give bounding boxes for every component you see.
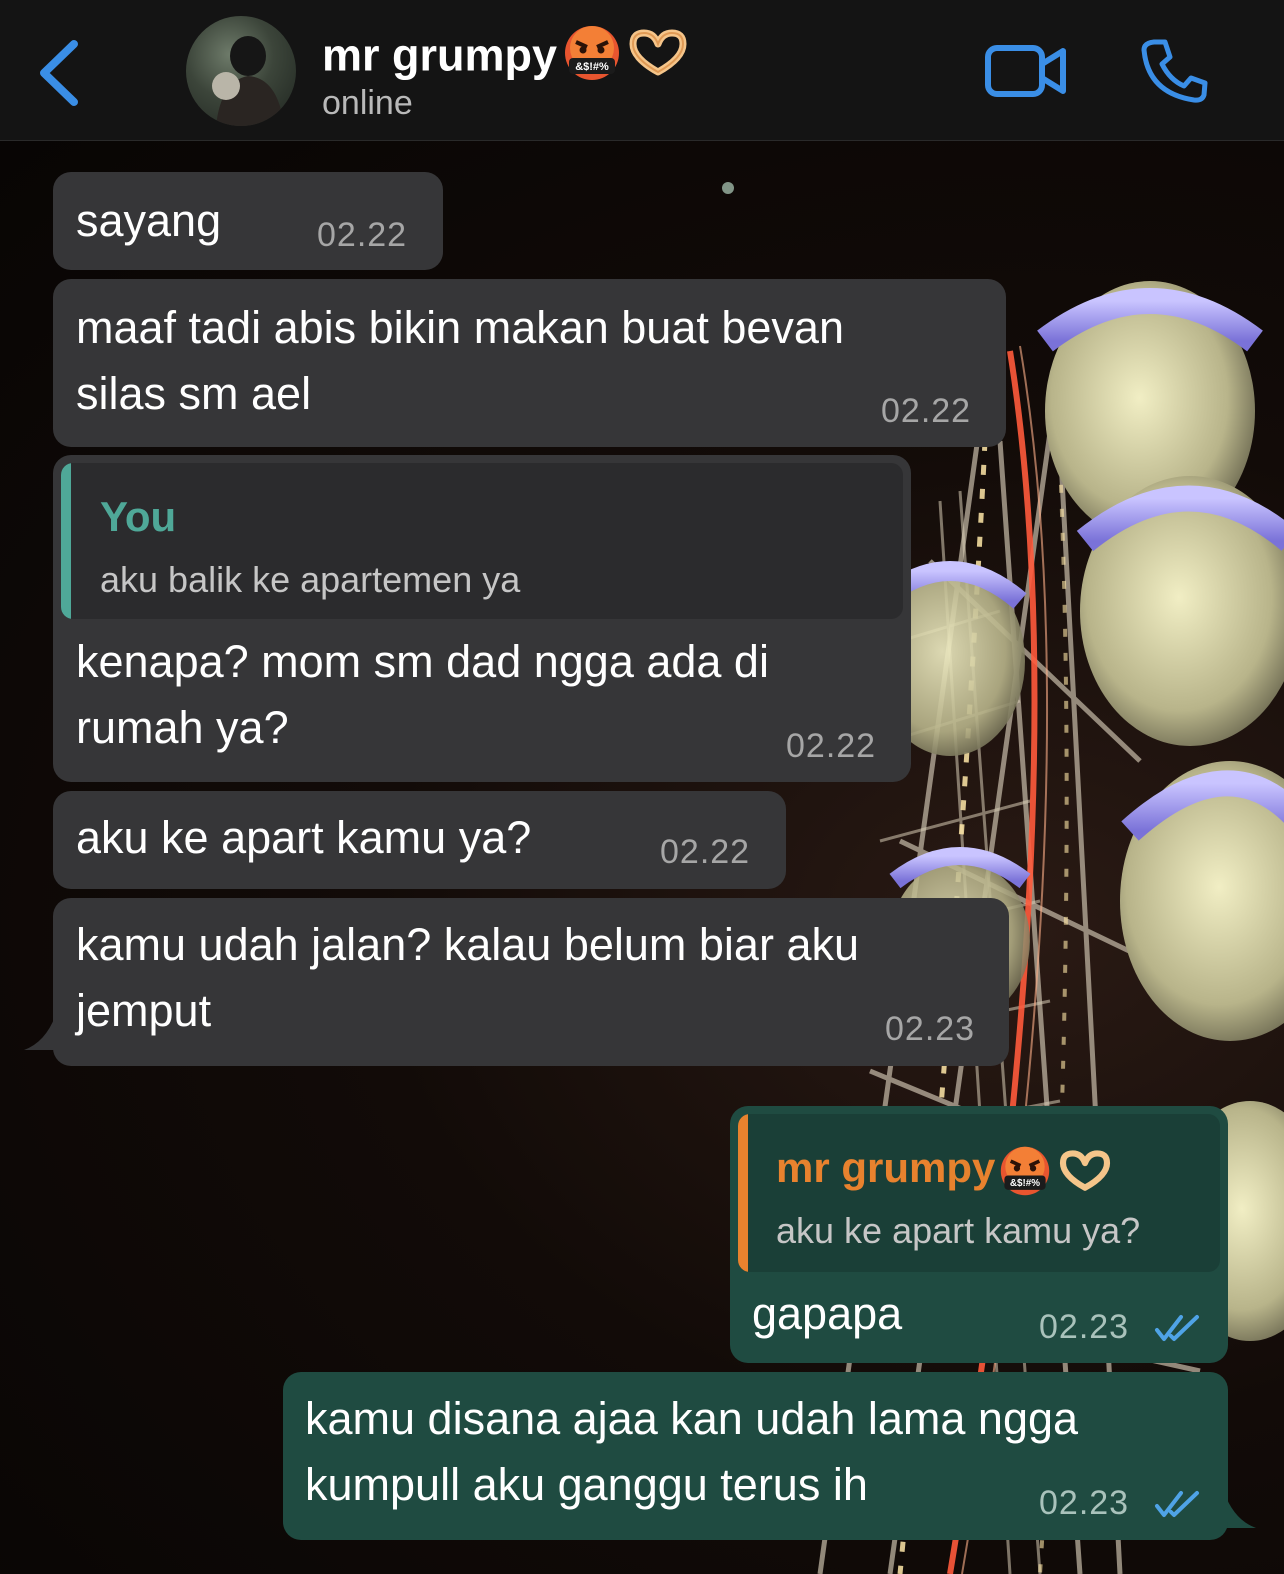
message-text-line: silas sm ael <box>76 368 312 419</box>
message-bubble-incoming[interactable]: sayang 02.22 <box>53 172 443 270</box>
quoted-message[interactable]: mr grumpy &$!#% aku ke apart kamu ya? <box>738 1114 1220 1272</box>
contact-name[interactable]: mr grumpy &$!#% <box>322 24 689 93</box>
avatar[interactable] <box>186 16 296 126</box>
quote-bar <box>738 1114 748 1272</box>
quoted-message[interactable]: You aku balik ke apartemen ya <box>61 463 903 619</box>
read-ticks-icon <box>1155 1491 1199 1517</box>
message-bubble-outgoing[interactable]: mr grumpy &$!#% aku ke apart kamu ya? gap… <box>730 1106 1228 1363</box>
message-time: 02.22 <box>786 727 877 765</box>
chat-header: mr grumpy &$!#% online <box>0 0 1284 141</box>
message-time: 02.23 <box>1039 1484 1130 1522</box>
message-time: 02.23 <box>885 1010 976 1048</box>
phone-icon[interactable] <box>1140 38 1208 104</box>
chevron-left-icon[interactable] <box>34 36 84 106</box>
message-bubble-outgoing[interactable]: kamu disana ajaa kan udah lama ngga kump… <box>283 1372 1228 1540</box>
quote-text: aku balik ke apartemen ya <box>100 559 521 600</box>
heart-hands-emoji-icon <box>1060 1150 1111 1191</box>
message-text: sayang <box>76 195 222 246</box>
message-bubble-incoming[interactable]: You aku balik ke apartemen ya kenapa? mo… <box>53 455 911 782</box>
message-time: 02.23 <box>1039 1308 1130 1346</box>
message-time: 02.22 <box>317 216 408 254</box>
contact-name-text: mr grumpy <box>322 29 558 81</box>
message-time: 02.22 <box>881 392 972 430</box>
svg-text:&$!#%: &$!#% <box>575 61 609 73</box>
quote-author: mr grumpy &$!#% <box>776 1144 1113 1197</box>
read-ticks-icon <box>1155 1315 1199 1341</box>
quote-author: You <box>100 493 177 540</box>
heart-hands-emoji-icon <box>627 28 689 89</box>
message-bubble-incoming[interactable]: aku ke apart kamu ya? 02.22 <box>53 791 786 889</box>
svg-text:&$!#%: &$!#% <box>1010 1178 1040 1189</box>
message-text-line: kenapa? mom sm dad ngga ada di <box>76 636 769 687</box>
message-bubble-incoming[interactable]: kamu udah jalan? kalau belum biar aku je… <box>53 898 1009 1066</box>
cursing-face-emoji-icon: &$!#% <box>1001 1146 1050 1196</box>
message-text-line: jemput <box>76 985 212 1036</box>
video-camera-icon[interactable] <box>985 42 1067 100</box>
cursing-face-emoji-icon: &$!#% <box>563 24 621 93</box>
message-text-line: rumah ya? <box>76 702 289 753</box>
message-bubble-incoming[interactable]: maaf tadi abis bikin makan buat bevan si… <box>53 279 1006 447</box>
message-time: 02.22 <box>660 833 751 871</box>
message-text-line: kamu udah jalan? kalau belum biar aku <box>76 919 859 970</box>
message-text-line: kamu disana ajaa kan udah lama ngga <box>305 1393 1079 1444</box>
message-text: aku ke apart kamu ya? <box>76 812 532 863</box>
quote-author-text: mr grumpy <box>776 1144 996 1191</box>
message-text: gapapa <box>752 1288 903 1339</box>
message-text-line: kumpull aku ganggu terus ih <box>305 1459 868 1510</box>
message-text-line: maaf tadi abis bikin makan buat bevan <box>76 302 844 353</box>
contact-status: online <box>322 84 413 122</box>
quote-text: aku ke apart kamu ya? <box>776 1210 1141 1251</box>
quote-bar <box>61 463 71 619</box>
